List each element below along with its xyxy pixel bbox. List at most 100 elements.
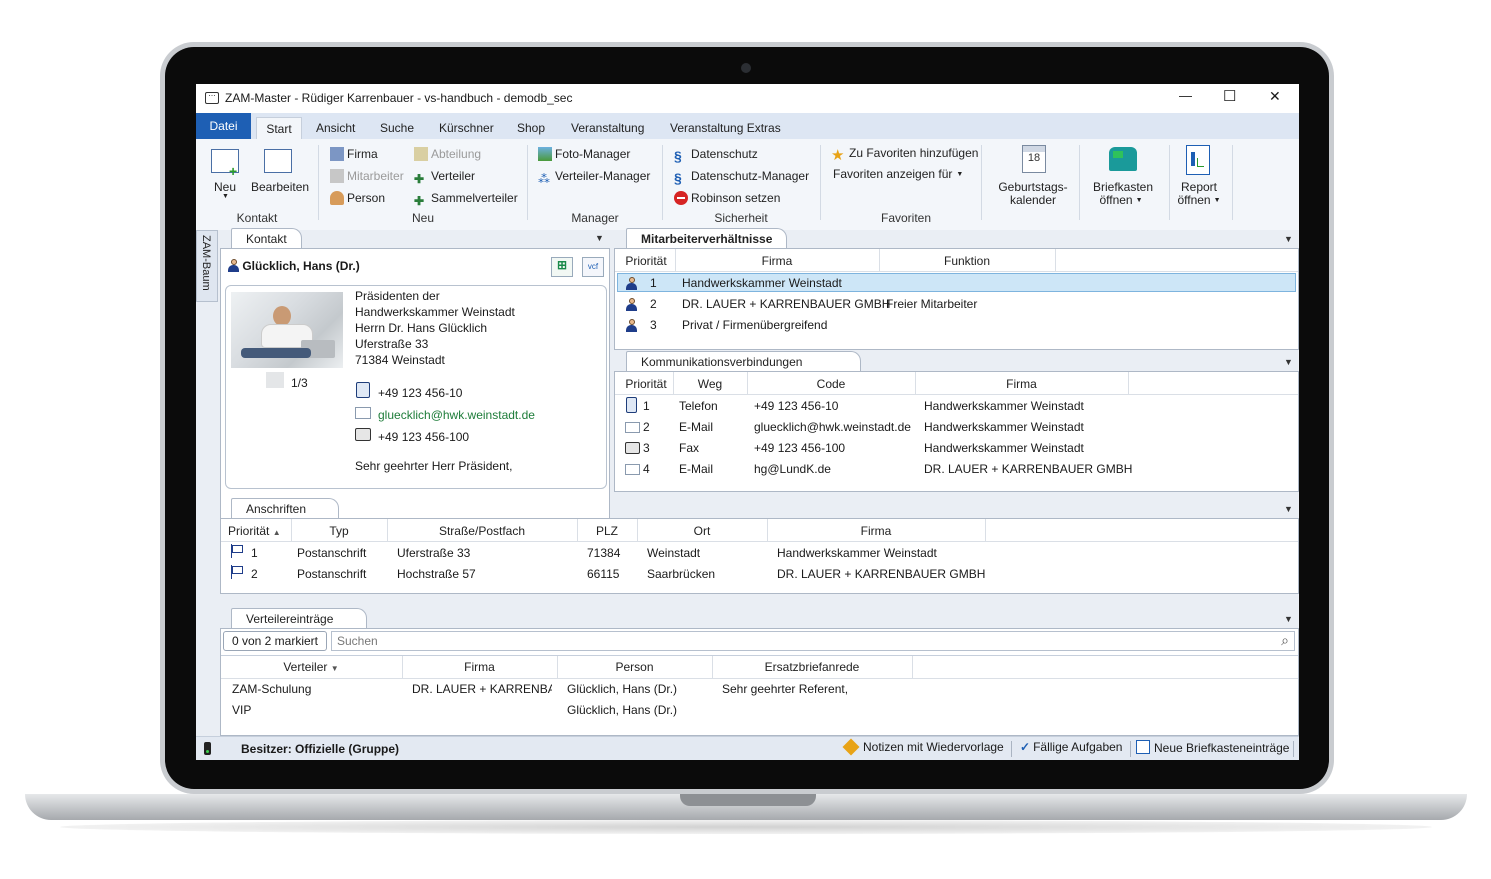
webcam [741,63,751,73]
tab-kommunikationsverbindungen[interactable]: Kommunikationsverbindungen [626,351,861,372]
favoriten-anzeigen-button[interactable]: Favoriten anzeigen für ▼ [833,167,963,181]
zam-baum-side-tab[interactable]: ZAM-Baum [196,230,218,302]
column-header[interactable]: Firma [675,254,879,268]
cell-code[interactable]: gluecklich@hwk.weinstadt.de [754,420,911,434]
column-header[interactable]: Typ [291,524,387,538]
cell-firma: Privat / Firmenübergreifend [682,318,828,332]
department-icon [414,147,428,161]
tab-veranstaltung-extras[interactable]: Veranstaltung Extras [670,117,781,139]
neu-button[interactable]: + Neu ▼ [209,147,243,200]
column-header-sorted[interactable]: Verteiler ▼ [221,660,401,674]
column-header[interactable]: Code [747,377,915,391]
sammelverteiler-button[interactable]: ✚ Sammelverteiler [414,191,518,208]
cell-firma: Handwerkskammer Weinstadt [682,276,842,290]
minimize-button[interactable]: — [1179,88,1192,103]
column-header[interactable]: Firma [915,377,1128,391]
tab-shop[interactable]: Shop [517,117,545,139]
contact-header: Glücklich, Hans (Dr.) [228,259,360,273]
briefkasten-button[interactable]: Briefkasten öffnen ▼ [1089,143,1157,211]
report-button[interactable]: Report öffnen ▼ [1174,143,1224,211]
vcf-icon[interactable]: vcf [582,257,604,277]
ribbon-separator [1169,145,1170,220]
window-title: ZAM-Master - Rüdiger Karrenbauer - vs-ha… [225,91,573,105]
cell-firma: Handwerkskammer Weinstadt [924,399,1084,413]
contact-phone[interactable]: +49 123 456-10 [378,386,462,400]
chevron-down-icon[interactable]: ▼ [595,233,604,243]
firma-button[interactable]: Firma [330,147,378,161]
cell-firma: DR. LAUER + KARRENBAUER GMBH [682,297,891,311]
robinson-button[interactable]: Robinson setzen [674,191,780,205]
maximize-button[interactable]: ☐ [1223,87,1236,105]
phone-icon [356,382,370,398]
search-input[interactable]: Suchen ⌕ [331,631,1295,651]
chevron-down-icon[interactable]: ▼ [1284,614,1293,624]
paragraph-icon: § [674,148,682,164]
tab-suche[interactable]: Suche [380,117,414,139]
tab-kontakt[interactable]: Kontakt [231,228,302,249]
aufgaben-button[interactable]: ✓ Fällige Aufgaben [1020,740,1122,754]
verteiler-manager-button[interactable]: ⁂ Verteiler-Manager [538,169,650,186]
cell-code[interactable]: +49 123 456-100 [754,441,845,455]
cell-prio: 2 [643,420,650,434]
column-header[interactable]: Straße/Postfach [387,524,577,538]
ribbon-separator [1232,145,1233,220]
contact-card: 1/3 Präsidenten der Handwerkskammer Wein… [225,285,607,489]
add-contact-icon[interactable]: ⊞ [551,257,573,277]
tab-anschriften[interactable]: Anschriften [231,498,339,519]
column-header[interactable]: Weg [673,377,747,391]
building-icon [330,147,344,161]
foto-manager-button[interactable]: Foto-Manager [538,147,630,161]
tab-start[interactable]: Start [256,117,302,140]
ribbon-separator [1079,145,1080,220]
ribbon-separator [527,145,528,220]
chevron-down-icon: ▼ [1213,197,1221,204]
column-header[interactable]: Ort [637,524,767,538]
chevron-down-icon[interactable]: ▼ [1284,504,1293,514]
column-header[interactable]: Firma [767,524,985,538]
cell-code[interactable]: hg@LundK.de [754,462,831,476]
bearbeiten-button[interactable]: Bearbeiten [250,147,310,199]
close-button[interactable]: ✕ [1269,88,1281,105]
column-header[interactable]: Funktion [879,254,1055,268]
envelope-icon [625,422,640,433]
column-header[interactable]: Ersatzbriefanrede [712,660,912,674]
column-header[interactable]: Priorität [618,377,674,391]
tab-verteilereintraege[interactable]: Verteilereinträge [231,608,367,629]
contact-email-link[interactable]: gluecklich@hwk.weinstadt.de [378,408,535,422]
column-header[interactable]: Firma [402,660,557,674]
geburtstag-label-line2: kalender [1009,193,1057,207]
mitarbeiter-button[interactable]: Mitarbeiter [330,169,404,183]
tab-kuerschner[interactable]: Kürschner [439,117,494,139]
datenschutz-button[interactable]: § Datenschutz [674,147,758,164]
cell-person: Glücklich, Hans (Dr.) [567,682,678,696]
search-icon[interactable]: ⌕ [1281,632,1289,649]
column-header[interactable]: Person [557,660,712,674]
tab-mitarbeiterverhaeltnisse[interactable]: Mitarbeiterverhältnisse [626,228,788,249]
column-header[interactable]: Priorität [618,254,674,268]
chevron-down-icon[interactable]: ▼ [1284,357,1293,367]
tab-veranstaltung[interactable]: Veranstaltung [571,117,644,139]
verteiler-button[interactable]: ✚ Verteiler [414,169,475,186]
photo-thumb[interactable] [266,372,284,388]
zu-favoriten-button[interactable]: ★ Zu Favoriten hinzufügen [831,146,978,164]
briefkasten-status-button[interactable]: Neue Briefkasteneinträge [1136,740,1289,755]
contact-fax[interactable]: +49 123 456-100 [378,430,469,444]
column-header[interactable]: PLZ [577,524,637,538]
fax-icon [355,428,371,441]
title-bar: ⋯ ZAM-Master - Rüdiger Karrenbauer - vs-… [196,84,1299,113]
geburtstagskalender-button[interactable]: 18 Geburtstags- kalender [994,143,1072,211]
tab-ansicht[interactable]: Ansicht [316,117,355,139]
neu-label: Neu [214,180,237,194]
person-button[interactable]: Person [330,191,385,205]
notizen-button[interactable]: Notizen mit Wiedervorlage [842,738,1004,756]
abteilung-button[interactable]: Abteilung [414,147,481,161]
column-header-sorted[interactable]: Priorität ▲ [224,524,292,538]
marked-count[interactable]: 0 von 2 markiert [223,631,327,651]
chevron-down-icon: ▼ [222,193,229,200]
chevron-down-icon[interactable]: ▼ [1284,234,1293,244]
tab-datei[interactable]: Datei [196,113,251,139]
datenschutz-manager-button[interactable]: § Datenschutz-Manager [674,169,809,186]
firma-label: Firma [347,147,378,161]
contact-name: Glücklich, Hans (Dr.) [242,259,360,273]
cell-code[interactable]: +49 123 456-10 [754,399,838,413]
